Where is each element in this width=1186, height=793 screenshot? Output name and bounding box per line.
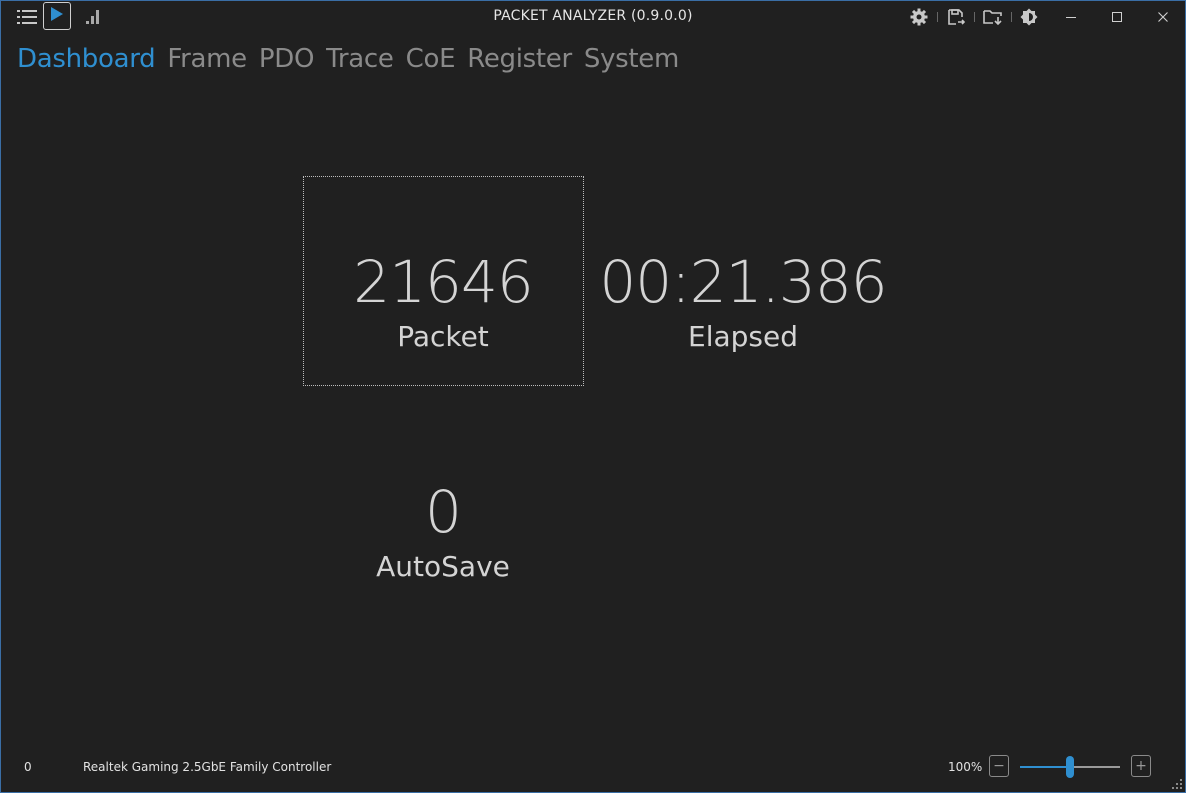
zoom-slider-fill	[1020, 766, 1070, 768]
status-count: 0	[24, 760, 32, 774]
maximize-icon	[1111, 8, 1123, 27]
tab-coe[interactable]: CoE	[406, 44, 456, 74]
window-frame	[0, 0, 1186, 793]
tab-trace[interactable]: Trace	[326, 44, 394, 74]
folder-download-icon[interactable]	[981, 1, 1005, 33]
brightness-icon[interactable]	[1017, 1, 1041, 33]
zoom-slider[interactable]	[1020, 756, 1120, 778]
window-title: PACKET ANALYZER (0.9.0.0)	[493, 8, 693, 24]
signal-bars-icon[interactable]	[81, 1, 103, 33]
tab-dashboard[interactable]: Dashboard	[17, 44, 156, 74]
close-button[interactable]	[1151, 1, 1175, 33]
packet-label: Packet	[397, 320, 489, 353]
gear-icon[interactable]	[907, 1, 931, 33]
play-icon	[50, 6, 64, 26]
elapsed-stat: 00:21.386 Elapsed	[593, 248, 893, 353]
minimize-icon	[1065, 8, 1077, 27]
save-export-icon[interactable]	[944, 1, 968, 33]
resize-grip-icon[interactable]	[1172, 779, 1182, 789]
packet-count: 21646	[353, 248, 534, 316]
title-bar: PACKET ANALYZER (0.9.0.0)	[1, 1, 1185, 33]
main-tabs: Dashboard Frame PDO Trace CoE Register S…	[17, 44, 679, 74]
close-icon	[1157, 8, 1169, 27]
autosave-stat: 0 AutoSave	[303, 478, 583, 583]
tab-frame[interactable]: Frame	[167, 44, 247, 74]
status-adapter: Realtek Gaming 2.5GbE Family Controller	[83, 760, 332, 774]
tab-register[interactable]: Register	[467, 44, 572, 74]
play-button[interactable]	[43, 2, 71, 30]
zoom-label: 100%	[948, 760, 983, 774]
toolbar-divider	[1011, 12, 1012, 22]
zoom-out-button[interactable]: −	[989, 755, 1009, 777]
zoom-slider-thumb[interactable]	[1066, 756, 1074, 778]
elapsed-label: Elapsed	[688, 320, 798, 353]
autosave-count: 0	[425, 478, 462, 546]
maximize-button[interactable]	[1105, 1, 1129, 33]
tab-pdo[interactable]: PDO	[259, 44, 315, 74]
tab-system[interactable]: System	[584, 44, 679, 74]
zoom-in-button[interactable]: +	[1131, 755, 1151, 777]
autosave-label: AutoSave	[376, 550, 510, 583]
toolbar-divider	[974, 12, 975, 22]
packet-stat: 21646 Packet	[303, 248, 583, 353]
minimize-button[interactable]	[1059, 1, 1083, 33]
list-menu-icon[interactable]	[15, 1, 39, 33]
toolbar-divider	[937, 12, 938, 22]
elapsed-time: 00:21.386	[599, 248, 887, 316]
